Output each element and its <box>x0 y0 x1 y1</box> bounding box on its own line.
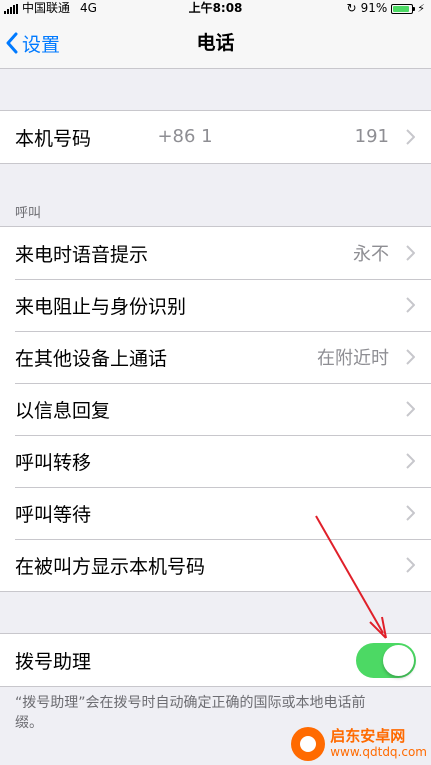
chevron-right-icon <box>406 245 415 261</box>
calls-row-label: 以信息回复 <box>15 399 111 422</box>
watermark-url: www.qdtdq.com <box>330 745 427 759</box>
calls-row[interactable]: 来电阻止与身份识别 <box>0 279 431 331</box>
calls-row[interactable]: 以信息回复 <box>0 383 431 435</box>
calls-row[interactable]: 来电时语音提示 永不 <box>0 227 431 279</box>
calls-row-value: 永不 <box>353 244 389 265</box>
calls-row[interactable]: 在其他设备上通话 在附近时 <box>0 331 431 383</box>
chevron-right-icon <box>406 129 415 145</box>
watermark-logo-icon <box>291 727 326 761</box>
page-title: 电话 <box>196 32 235 54</box>
redaction-mask <box>212 126 355 148</box>
my-number-label: 本机号码 <box>15 127 92 150</box>
chevron-right-icon <box>406 505 415 521</box>
calls-row[interactable]: 在被叫方显示本机号码 <box>0 539 431 591</box>
calls-group: 来电时语音提示 永不来电阻止与身份识别 在其他设备上通话 在附近时以信息回复呼叫转移呼… <box>0 226 431 592</box>
dial-assist-group: 拨号助理 <box>0 633 431 687</box>
battery-percent: 91% <box>360 1 388 15</box>
chevron-right-icon <box>406 453 415 469</box>
calls-row-label: 呼叫等待 <box>15 503 92 526</box>
calls-row[interactable]: 呼叫等待 <box>0 487 431 539</box>
my-number-row[interactable]: 本机号码 +86 1 191 <box>0 111 431 163</box>
navigation-bar: 设置 电话 <box>0 17 431 69</box>
charging-icon: ⚡ <box>417 2 425 15</box>
calls-row-label: 来电阻止与身份识别 <box>15 295 187 318</box>
dial-assist-toggle[interactable] <box>356 643 416 678</box>
watermark-name: 启东安卓网 <box>330 727 406 745</box>
calls-row-label: 在被叫方显示本机号码 <box>15 555 206 578</box>
watermark: 启东安卓网 www.qdtdq.com <box>291 727 427 761</box>
calls-row-label: 呼叫转移 <box>15 451 92 474</box>
calls-row-label: 在其他设备上通话 <box>15 347 168 370</box>
battery-icon <box>391 3 416 14</box>
chevron-right-icon <box>406 401 415 417</box>
orientation-lock-icon: ↻ <box>346 1 357 15</box>
dial-assist-row: 拨号助理 <box>0 634 431 686</box>
my-number-group: 本机号码 +86 1 191 <box>0 110 431 164</box>
chevron-right-icon <box>406 349 415 365</box>
toggle-knob <box>383 645 414 676</box>
my-number-value: +86 1 191 <box>157 126 389 148</box>
status-bar: 中国联通 4G 上午8:08 ↻ 91% ⚡ <box>0 0 431 17</box>
chevron-right-icon <box>406 297 415 313</box>
dial-assist-label: 拨号助理 <box>15 650 92 673</box>
chevron-right-icon <box>406 557 415 573</box>
calls-row[interactable]: 呼叫转移 <box>0 435 431 487</box>
calls-row-value: 在附近时 <box>317 348 389 369</box>
calls-row-label: 来电时语音提示 <box>15 243 149 266</box>
section-header-calls: 呼叫 <box>15 206 42 221</box>
